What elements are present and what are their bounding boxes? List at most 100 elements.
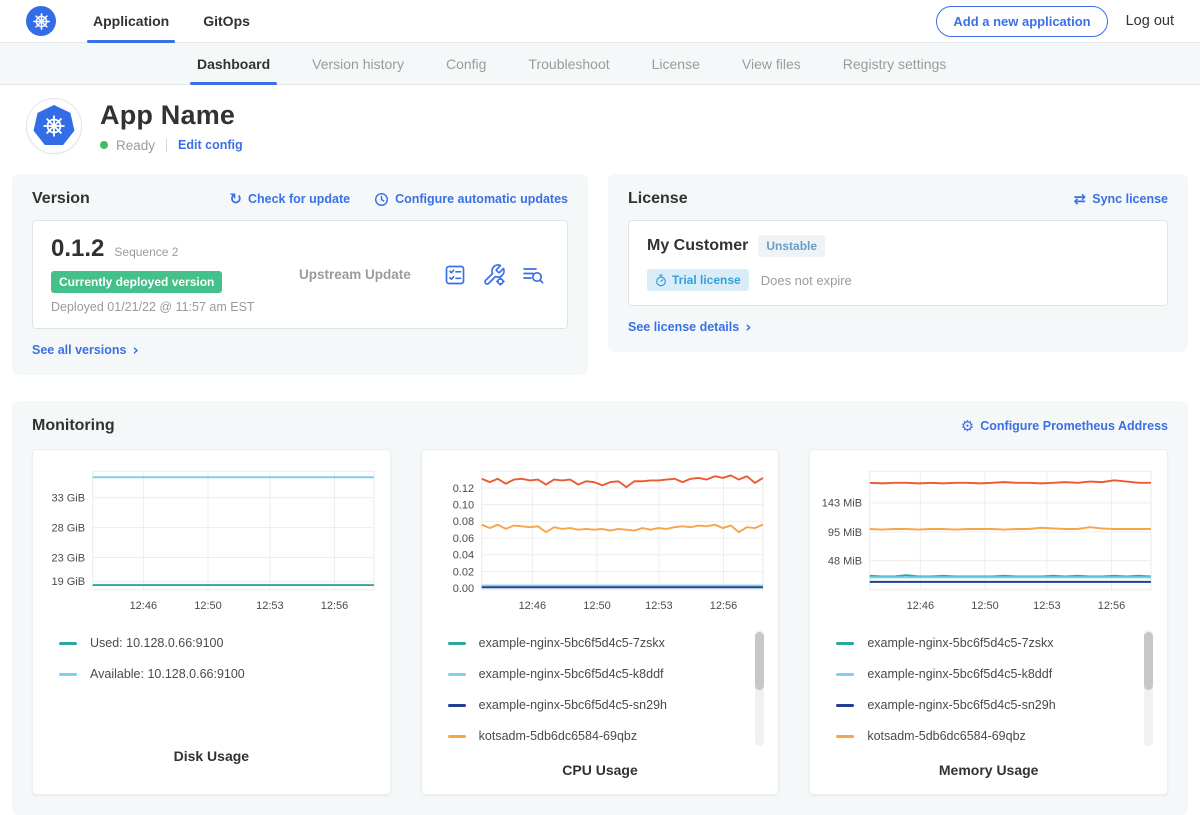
license-info-panel: My Customer Unstable Trial license Does … xyxy=(628,220,1168,306)
tab-dashboard[interactable]: Dashboard xyxy=(176,43,291,84)
check-for-update-link[interactable]: ↻ Check for update xyxy=(229,190,350,208)
configure-automatic-updates-link[interactable]: Configure automatic updates xyxy=(374,192,568,207)
series-color-dash xyxy=(448,704,466,707)
ship-wheel-icon xyxy=(42,114,66,138)
series-color-dash xyxy=(448,642,466,645)
svg-text:12:56: 12:56 xyxy=(1098,600,1126,612)
tab-registry-settings[interactable]: Registry settings xyxy=(822,43,967,84)
edit-config-link[interactable]: Edit config xyxy=(178,138,243,152)
topnav-tab-label: Application xyxy=(93,13,169,29)
version-number: 0.1.2 xyxy=(51,235,104,263)
legend-scrollbar[interactable] xyxy=(755,630,764,746)
see-license-details-row: See license details › xyxy=(628,318,1168,336)
legend-label: kotsadm-5db6dc6584-69qbz xyxy=(479,729,637,743)
svg-text:0.04: 0.04 xyxy=(452,550,473,562)
svg-text:0.10: 0.10 xyxy=(452,499,473,511)
license-card-title: License xyxy=(628,190,688,208)
svg-text:143 MiB: 143 MiB xyxy=(822,498,862,510)
topnav-tabs: Application GitOps xyxy=(76,0,267,42)
license-badges-row: Trial license Does not expire xyxy=(647,269,1149,291)
file-diff-icon[interactable] xyxy=(521,263,545,287)
svg-text:12:46: 12:46 xyxy=(907,600,935,612)
see-all-versions-link[interactable]: See all versions › xyxy=(32,341,139,359)
svg-text:95 MiB: 95 MiB xyxy=(828,527,862,539)
series-color-dash xyxy=(836,735,854,738)
see-all-versions-row: See all versions › xyxy=(32,341,568,359)
chevron-right-icon: › xyxy=(745,318,751,336)
preflight-checklist-icon[interactable] xyxy=(443,263,467,287)
legend-item: Used: 10.128.0.66:9100 xyxy=(59,636,358,650)
channel-badge: Unstable xyxy=(758,235,825,257)
app-avatar xyxy=(26,98,82,154)
license-card-links: ⇄ Sync license xyxy=(1074,190,1168,208)
chart-title: CPU Usage xyxy=(432,762,769,778)
series-color-dash xyxy=(836,673,854,676)
chart-canvas: 33 GiB28 GiB23 GiB19 GiB12:4612:5012:531… xyxy=(43,460,380,624)
app-status-row: Ready Edit config xyxy=(100,138,243,153)
current-version-panel: 0.1.2 Sequence 2 Currently deployed vers… xyxy=(32,220,568,329)
disk-usage-chart-card: 33 GiB28 GiB23 GiB19 GiB12:4612:5012:531… xyxy=(32,449,391,795)
legend-label: example-nginx-5bc6f5d4c5-sn29h xyxy=(479,698,667,712)
svg-text:0.06: 0.06 xyxy=(452,533,473,545)
license-card: License ⇄ Sync license My Customer Unsta… xyxy=(608,174,1188,352)
svg-text:0.12: 0.12 xyxy=(452,483,473,495)
tab-troubleshoot[interactable]: Troubleshoot xyxy=(507,43,630,84)
stopwatch-icon xyxy=(655,274,667,287)
wrench-config-icon[interactable] xyxy=(482,263,506,287)
svg-text:28 GiB: 28 GiB xyxy=(51,522,85,534)
add-new-application-button[interactable]: Add a new application xyxy=(936,6,1107,37)
tab-view-files[interactable]: View files xyxy=(721,43,822,84)
sync-license-link[interactable]: ⇄ Sync license xyxy=(1074,190,1168,208)
log-out-button[interactable]: Log out xyxy=(1126,13,1174,29)
topnav-tab-gitops[interactable]: GitOps xyxy=(186,0,267,42)
cpu-usage-chart-card: 0.120.100.080.060.040.020.0012:4612:5012… xyxy=(421,449,780,795)
series-color-dash xyxy=(448,735,466,738)
clock-update-icon xyxy=(374,192,389,207)
svg-text:23 GiB: 23 GiB xyxy=(51,552,85,564)
topnav-tab-application[interactable]: Application xyxy=(76,0,186,42)
tab-license[interactable]: License xyxy=(631,43,721,84)
configure-prometheus-link[interactable]: ⚙ Configure Prometheus Address xyxy=(961,417,1168,435)
scrollbar-thumb[interactable] xyxy=(1144,632,1153,690)
svg-text:33 GiB: 33 GiB xyxy=(51,492,85,504)
app-header: App Name Ready Edit config xyxy=(0,85,1200,170)
chart-legend: example-nginx-5bc6f5d4c5-7zskxexample-ng… xyxy=(432,624,769,760)
refresh-icon: ↻ xyxy=(229,190,242,208)
tab-label: Config xyxy=(446,56,486,72)
legend-label: Used: 10.128.0.66:9100 xyxy=(90,636,223,650)
svg-text:12:46: 12:46 xyxy=(518,600,546,612)
customer-name: My Customer xyxy=(647,237,748,255)
legend-scrollbar[interactable] xyxy=(1144,630,1153,746)
svg-text:12:53: 12:53 xyxy=(1033,600,1061,612)
legend-label: kotsadm-5db6dc6584-69qbz xyxy=(867,729,1025,743)
tab-label: Dashboard xyxy=(197,56,270,72)
ship-wheel-icon xyxy=(32,12,51,31)
chart-canvas: 143 MiB95 MiB48 MiB12:4612:5012:5312:56 xyxy=(820,460,1157,624)
legend-item: example-nginx-5bc6f5d4c5-sn29h xyxy=(448,698,747,712)
see-license-details-link[interactable]: See license details › xyxy=(628,318,751,336)
scrollbar-thumb[interactable] xyxy=(755,632,764,690)
tab-version-history[interactable]: Version history xyxy=(291,43,425,84)
gear-icon: ⚙ xyxy=(961,417,974,435)
legend-label: Available: 10.128.0.66:9100 xyxy=(90,667,245,681)
svg-text:12:50: 12:50 xyxy=(583,600,611,612)
memory-usage-chart-card: 143 MiB95 MiB48 MiB12:4612:5012:5312:56 … xyxy=(809,449,1168,795)
deployed-status-badge: Currently deployed version xyxy=(51,271,222,293)
link-label: Check for update xyxy=(248,192,350,206)
version-source-label: Upstream Update xyxy=(299,267,443,282)
version-card-title: Version xyxy=(32,190,90,208)
tab-config[interactable]: Config xyxy=(425,43,507,84)
kubernetes-logo-icon[interactable] xyxy=(26,6,56,36)
version-info: 0.1.2 Sequence 2 Currently deployed vers… xyxy=(51,235,299,314)
chart-legend: example-nginx-5bc6f5d4c5-7zskxexample-ng… xyxy=(820,624,1157,760)
svg-text:12:56: 12:56 xyxy=(709,600,737,612)
divider xyxy=(166,138,167,152)
legend-item: Available: 10.128.0.66:9100 xyxy=(59,667,358,681)
monitoring-links: ⚙ Configure Prometheus Address xyxy=(961,417,1168,435)
app-header-text: App Name Ready Edit config xyxy=(100,100,243,153)
tab-label: Troubleshoot xyxy=(528,56,609,72)
license-name-row: My Customer Unstable xyxy=(647,235,1149,257)
deployed-timestamp: Deployed 01/21/22 @ 11:57 am EST xyxy=(51,300,299,314)
ready-status-dot xyxy=(100,141,108,149)
legend-item: example-nginx-5bc6f5d4c5-k8ddf xyxy=(448,667,747,681)
